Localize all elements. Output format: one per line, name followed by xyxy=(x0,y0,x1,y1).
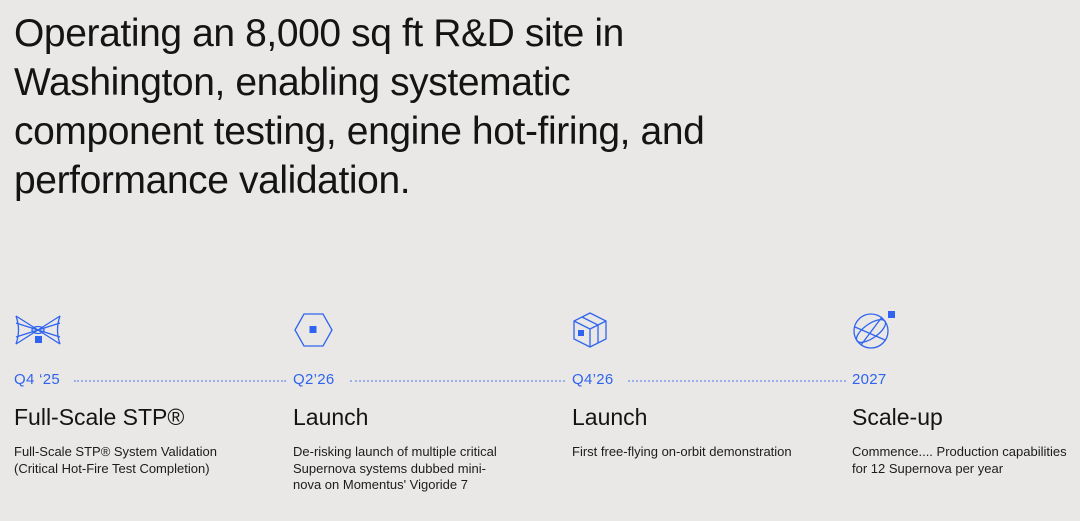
milestone-title: Launch xyxy=(293,404,369,430)
milestone-title: Full-Scale STP® xyxy=(14,404,185,430)
timeline-connector xyxy=(74,380,286,382)
milestone-date: Q4 ‘25 xyxy=(14,371,60,388)
milestone-title: Launch xyxy=(572,404,648,430)
milestone-date: Q2’26 xyxy=(293,371,335,388)
cube-satellite-icon xyxy=(572,310,612,350)
milestone-description: Full-Scale STP® System Validation (Criti… xyxy=(14,444,217,476)
roadmap-timeline: Q4 ‘25 Full-Scale STP® Full-Scale STP® S… xyxy=(0,310,1080,521)
milestone-title: Scale-up xyxy=(852,404,943,430)
engine-nozzle-icon xyxy=(14,310,61,350)
milestone-date: Q4’26 xyxy=(572,371,614,388)
milestone-description: First free-flying on-orbit demonstration xyxy=(572,444,792,459)
hexagon-core-icon xyxy=(293,310,333,350)
page-headline: Operating an 8,000 sq ft R&D site in Was… xyxy=(14,12,705,202)
milestone-description: Commence.... Production capabilities for… xyxy=(852,444,1067,476)
timeline-connector xyxy=(350,380,565,382)
milestone-date: 2027 xyxy=(852,371,887,388)
milestone-description: De-risking launch of multiple critical S… xyxy=(293,444,497,492)
orbit-globe-icon xyxy=(852,310,895,350)
timeline-connector xyxy=(628,380,846,382)
